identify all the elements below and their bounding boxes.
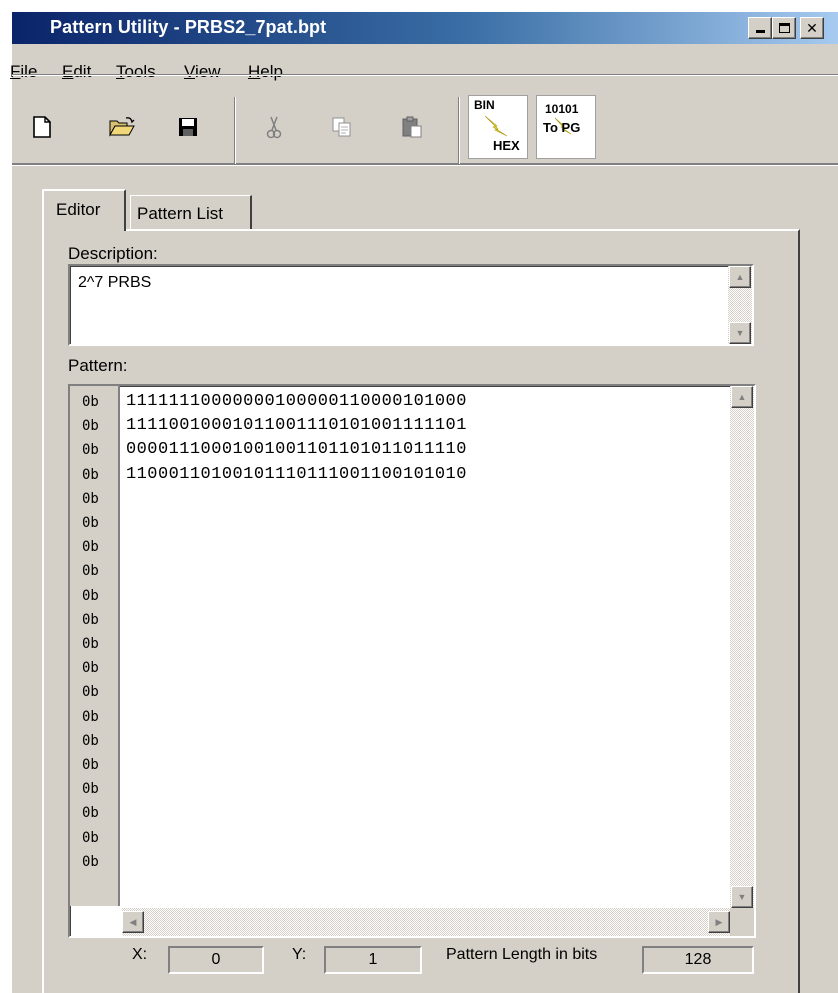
description-scrollbar[interactable]: ▲ ▼ (728, 266, 752, 344)
row-prefix: 0b (82, 757, 99, 773)
minimize-button[interactable] (748, 17, 772, 39)
row-prefix: 0b (82, 805, 99, 822)
row-prefix: 0b (82, 563, 99, 580)
open-folder-button[interactable] (108, 113, 136, 141)
to-pg-label: To PG (543, 120, 581, 135)
pattern-length-label: Pattern Length in bits (446, 946, 598, 963)
copy-button[interactable] (328, 113, 356, 141)
toolbar-separator (458, 97, 460, 165)
toolbar: BIN HEX 10101 To PG (12, 74, 838, 165)
pattern-line: 11000110100101110111001100101010 (126, 464, 467, 484)
row-prefix: 0b (82, 394, 99, 410)
x-field: 0 (168, 946, 264, 974)
x-label: X: (132, 946, 148, 963)
tab-pattern-list-label: Pattern List (137, 204, 223, 223)
maximize-icon (778, 23, 790, 33)
open-folder-icon (109, 117, 135, 137)
scissors-icon (265, 115, 283, 139)
minimize-icon (755, 30, 765, 33)
lightning-icon (484, 115, 508, 137)
pattern-vertical-scrollbar[interactable]: ▲ ▼ (730, 386, 754, 908)
tab-editor-label: Editor (56, 200, 101, 219)
y-label: Y: (292, 946, 307, 963)
arrow-down-icon: ▼ (735, 328, 745, 338)
description-field[interactable]: 2^7 PRBS ▲ ▼ (68, 264, 754, 346)
app-window: Pattern Utility - PRBS2_7pat.bpt ✕ File … (10, 10, 838, 993)
pattern-length-field: 128 (642, 946, 754, 974)
row-prefix: 0b (82, 466, 99, 483)
maximize-button[interactable] (772, 17, 796, 39)
row-prefix: 0b (82, 611, 99, 628)
row-prefix: 0b (82, 490, 99, 507)
window-title: Pattern Utility - PRBS2_7pat.bpt (50, 17, 327, 37)
row-prefix: 0b (82, 660, 99, 677)
tab-editor[interactable]: Editor (42, 189, 126, 231)
scroll-down-button[interactable]: ▼ (729, 322, 751, 344)
pattern-line: 11111110000000100000110000101000 (126, 392, 467, 411)
scroll-up-button[interactable]: ▲ (731, 386, 753, 408)
hex-label: HEX (493, 138, 520, 153)
row-prefix: 0b (82, 853, 99, 870)
title-bar[interactable]: Pattern Utility - PRBS2_7pat.bpt ✕ (12, 12, 838, 44)
row-prefix: 0b (82, 442, 99, 459)
save-button[interactable] (174, 113, 202, 141)
bin-label: BIN (474, 98, 495, 112)
arrow-left-icon: ◀ (129, 917, 137, 927)
row-prefix: 0b (82, 781, 99, 798)
row-prefix: 0b (82, 587, 99, 604)
tab-pattern-list[interactable]: Pattern List (130, 195, 252, 231)
to-pg-button[interactable]: 10101 To PG (536, 95, 596, 159)
scroll-down-button[interactable]: ▼ (731, 886, 753, 908)
close-icon: ✕ (806, 20, 818, 36)
row-prefix: 0b (82, 515, 99, 531)
pattern-line: 00001110001001001101101011011110 (126, 440, 467, 460)
pattern-line: 11110010001011001110101001111101 (126, 416, 467, 436)
scroll-left-button[interactable]: ◀ (122, 911, 144, 933)
pattern-editor[interactable]: 0b 0b 0b 0b 0b 0b 0b 0b 0b 0b 0b 0b 0b 0b 0b 0b 0b 0b 0b 0b… (68, 384, 756, 938)
pattern-horizontal-scrollbar[interactable]: ◀ ▶ (122, 908, 730, 936)
scroll-right-button[interactable]: ▶ (708, 911, 730, 933)
new-file-button[interactable] (28, 113, 56, 141)
row-prefix-gutter: 0b 0b 0b 0b 0b 0b 0b 0b 0b 0b 0b 0b 0b 0b 0b 0b 0b 0b 0b 0b (70, 386, 120, 906)
description-text: 2^7 PRBS (78, 274, 152, 291)
paste-button[interactable] (398, 113, 426, 141)
copy-icon (331, 116, 353, 138)
pattern-label: Pattern: (68, 356, 128, 375)
arrow-up-icon: ▲ (737, 392, 747, 402)
scrollbar-corner (730, 908, 754, 936)
row-prefix: 0b (82, 708, 99, 725)
row-prefix: 0b (82, 418, 99, 435)
new-file-icon (33, 116, 51, 138)
arrow-down-icon: ▼ (737, 892, 747, 902)
cut-button[interactable] (260, 113, 288, 141)
scroll-up-button[interactable]: ▲ (729, 266, 751, 288)
arrow-up-icon: ▲ (735, 272, 745, 282)
menu-bar: File Edit Tools View Help (10, 44, 838, 81)
y-field: 1 (324, 946, 422, 974)
clipboard-icon (401, 116, 423, 138)
to-pg-bits-label: 10101 (545, 102, 579, 116)
close-button[interactable]: ✕ (800, 17, 824, 39)
row-prefix: 0b (82, 684, 99, 701)
description-label: Description: (68, 244, 158, 263)
row-prefix: 0b (82, 539, 99, 556)
bin-hex-button[interactable]: BIN HEX (468, 95, 528, 159)
row-prefix: 0b (82, 829, 99, 846)
row-prefix: 0b (82, 732, 99, 749)
row-prefix: 0b (82, 636, 99, 652)
floppy-disk-icon (178, 117, 198, 137)
arrow-right-icon: ▶ (715, 917, 723, 927)
toolbar-separator (234, 97, 236, 165)
